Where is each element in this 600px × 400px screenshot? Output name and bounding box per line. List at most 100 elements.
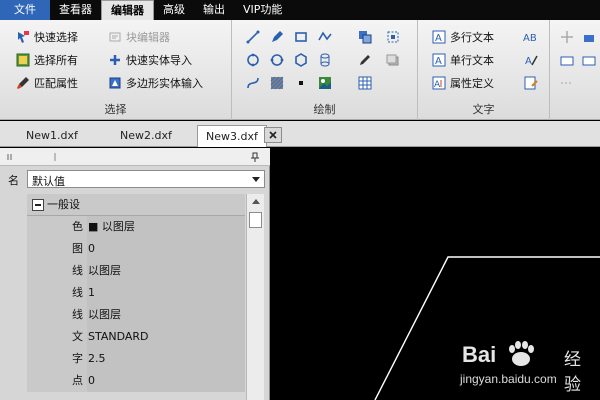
menu-editor[interactable]: 编辑器	[101, 0, 154, 20]
image-tool-button[interactable]	[316, 74, 334, 92]
tab-new2[interactable]: New2.dxf	[112, 125, 180, 147]
separator-icon	[54, 153, 56, 161]
attribute-definition-button[interactable]: A 属性定义	[432, 74, 494, 92]
rectangle-tool-button[interactable]	[292, 28, 310, 46]
tab-close-button[interactable]	[264, 127, 282, 143]
layer-tool-button[interactable]	[384, 51, 402, 69]
text-find-button[interactable]	[522, 74, 540, 92]
quick-entity-import-label: 快速实体导入	[126, 54, 192, 67]
property-value[interactable]: 以图层	[87, 304, 245, 326]
text-edit-button[interactable]: A	[522, 51, 540, 69]
polyline-icon	[318, 31, 332, 41]
menu-output[interactable]: 输出	[194, 0, 234, 20]
scale-icon	[582, 56, 596, 66]
quick-select-button[interactable]: 快速选择	[16, 28, 78, 46]
property-row[interactable]: 线 1	[27, 282, 245, 304]
spline-tool-button[interactable]	[244, 74, 262, 92]
multiline-text-label: 多行文本	[450, 31, 494, 44]
property-name: 字	[27, 348, 87, 370]
svg-text:A: A	[525, 56, 532, 67]
property-value[interactable]: 1	[87, 282, 245, 304]
insert-tool-button[interactable]	[384, 28, 402, 46]
rotate-icon	[584, 35, 594, 42]
menu-viewer[interactable]: 查看器	[50, 0, 101, 20]
circle2-tool-button[interactable]	[268, 51, 286, 69]
property-value[interactable]: 2.5	[87, 348, 245, 370]
pencil-icon	[360, 55, 370, 65]
singleline-text-button[interactable]: A 单行文本	[432, 51, 494, 69]
menu-advanced[interactable]: 高级	[154, 0, 194, 20]
circle-tool-button[interactable]	[244, 51, 262, 69]
polygon-entity-input-label: 多边形实体输入	[126, 77, 203, 90]
property-name: 图	[27, 238, 87, 260]
polyline-tool-button[interactable]	[316, 28, 334, 46]
select-group: 快速选择 选择所有 匹配属性 块编辑器 快速实体导入 多边形实体输入 选择	[0, 20, 232, 120]
attribute-definition-icon: A	[432, 76, 446, 90]
property-value[interactable]: 以图层	[87, 260, 245, 282]
circle-3p-icon	[270, 54, 284, 66]
property-row[interactable]: 色 ■ 以图层	[27, 216, 245, 238]
block-editor-button[interactable]: 块编辑器	[108, 28, 170, 46]
property-value[interactable]: 0	[87, 370, 245, 392]
property-row[interactable]: 线 以图层	[27, 304, 245, 326]
align-tool-button[interactable]	[558, 51, 576, 69]
hatch-tool-button[interactable]	[268, 74, 286, 92]
object-selector-dropdown[interactable]: 默认值	[27, 170, 265, 188]
watermark-url: jingyan.baidu.com	[460, 372, 557, 386]
pencil-tool-button[interactable]	[356, 51, 374, 69]
properties-panel: 名 默认值 一般设 色 ■ 以图层 图 0 线 以图层 线 1 线 以图层 文 …	[0, 148, 270, 400]
text-style-button[interactable]: AB	[522, 28, 540, 46]
polygon-entity-input-button[interactable]: 多边形实体输入	[108, 74, 203, 92]
menu-vip[interactable]: VIP功能	[234, 0, 291, 20]
match-properties-label: 匹配属性	[34, 77, 78, 90]
move-tool-button[interactable]	[558, 28, 576, 46]
quick-select-label: 快速选择	[34, 31, 78, 44]
tab-new1[interactable]: New1.dxf	[18, 125, 86, 147]
category-row[interactable]: 一般设	[27, 194, 245, 216]
property-row[interactable]: 图 0	[27, 238, 245, 260]
line-tool-button[interactable]	[244, 28, 262, 46]
hatch-icon	[270, 76, 284, 90]
match-properties-button[interactable]: 匹配属性	[16, 74, 78, 92]
svg-text:AB: AB	[523, 33, 537, 44]
collapse-icon[interactable]	[32, 199, 44, 211]
attribute-definition-label: 属性定义	[450, 77, 494, 90]
array-tool-button[interactable]	[558, 74, 576, 92]
quick-entity-import-button[interactable]: 快速实体导入	[108, 51, 192, 69]
svg-text:A: A	[435, 56, 442, 67]
scrollbar-thumb[interactable]	[249, 212, 262, 228]
property-name: 色	[27, 216, 87, 238]
ribbon: 快速选择 选择所有 匹配属性 块编辑器 快速实体导入 多边形实体输入 选择 绘制…	[0, 20, 600, 120]
scroll-up-icon[interactable]	[252, 199, 260, 204]
text-edit-icon: A	[525, 55, 538, 67]
cylinder-tool-button[interactable]	[316, 51, 334, 69]
property-row[interactable]: 点 0	[27, 370, 245, 392]
property-row[interactable]: 线 以图层	[27, 260, 245, 282]
pen-tool-button[interactable]	[268, 28, 286, 46]
property-name: 点	[27, 370, 87, 392]
polygon-tool-button[interactable]	[292, 51, 310, 69]
property-row[interactable]: 文 STANDARD	[27, 326, 245, 348]
property-value[interactable]: ■ 以图层	[87, 216, 245, 238]
table-tool-button[interactable]	[356, 74, 374, 92]
copy-tool-button[interactable]	[356, 28, 374, 46]
rotate-tool-button[interactable]	[580, 28, 598, 46]
property-value[interactable]: 0	[87, 238, 245, 260]
scale-tool-button[interactable]	[580, 51, 598, 69]
multiline-text-button[interactable]: A 多行文本	[432, 28, 494, 46]
baidu-jingyan-watermark: Bai 经验 jingyan.baidu.com	[452, 334, 592, 395]
tab-new3[interactable]: New3.dxf	[197, 125, 267, 147]
point-tool-button[interactable]	[292, 74, 310, 92]
property-name: 线	[27, 260, 87, 282]
object-selector-row: 名 默认值	[0, 168, 270, 190]
grip-icon	[7, 154, 12, 160]
property-row[interactable]: 字 2.5	[27, 348, 245, 370]
select-all-button[interactable]: 选择所有	[16, 51, 78, 69]
property-name: 线	[27, 304, 87, 326]
property-scrollbar[interactable]	[246, 194, 264, 400]
menu-file[interactable]: 文件	[0, 0, 50, 20]
text-group-label: 文字	[472, 103, 495, 116]
pin-icon[interactable]	[250, 152, 260, 162]
property-value[interactable]: STANDARD	[87, 326, 245, 348]
modify-group	[550, 20, 600, 120]
